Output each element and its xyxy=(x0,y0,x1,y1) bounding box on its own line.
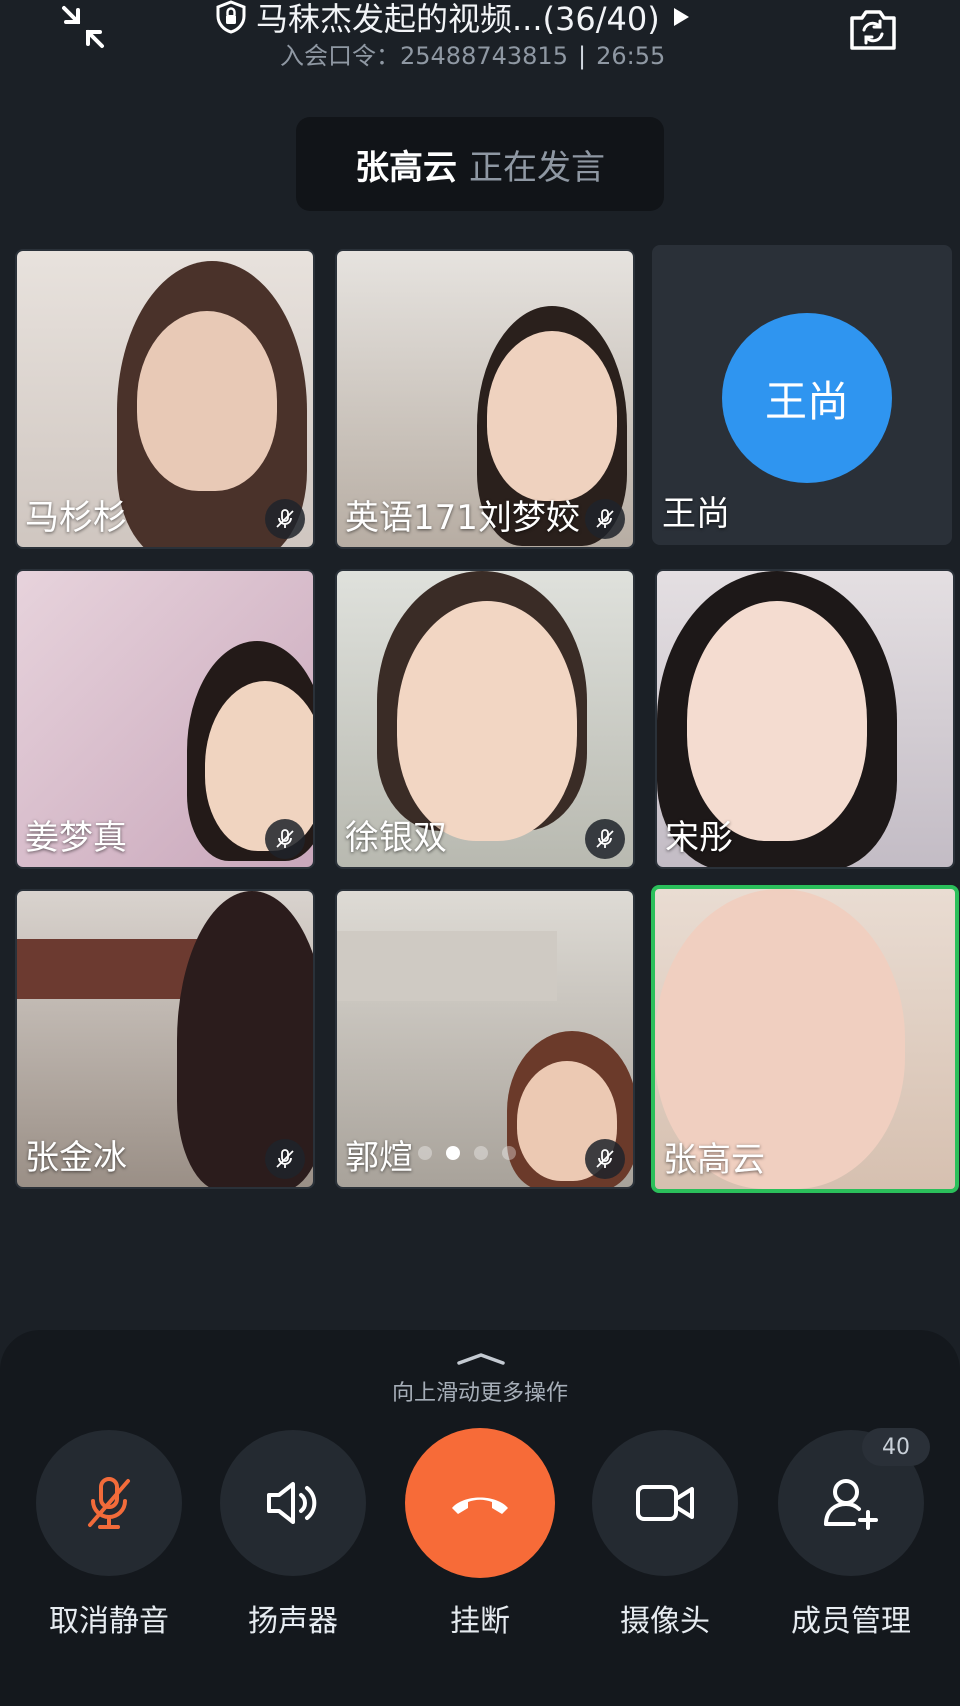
mic-off-icon xyxy=(88,1477,130,1529)
meeting-title-text: 马秣杰发起的视频...(36/40) xyxy=(256,0,660,38)
video-feed-face xyxy=(687,601,867,841)
page-dot[interactable] xyxy=(474,1146,488,1160)
member-count-badge: 40 xyxy=(862,1428,930,1466)
meeting-title[interactable]: 马秣杰发起的视频...(36/40) xyxy=(214,0,692,38)
drag-handle-icon[interactable] xyxy=(456,1352,506,1366)
meeting-info: 入会口令：25488743815 | 26:55 xyxy=(280,36,665,71)
hang-up-button[interactable] xyxy=(405,1428,555,1578)
add-member-icon xyxy=(824,1479,878,1530)
participant-tile[interactable]: 英语171刘梦姣 xyxy=(335,249,635,549)
hang-up-icon xyxy=(452,1497,508,1514)
camera-label: 摄像头 xyxy=(620,1604,710,1639)
page-dot-current[interactable] xyxy=(446,1146,460,1160)
mic-off-icon xyxy=(585,819,625,859)
expand-arrow-icon xyxy=(673,8,689,26)
video-feed xyxy=(337,931,557,1001)
participant-tile[interactable]: 姜梦真 xyxy=(15,569,315,869)
participant-name: 王尚 xyxy=(662,494,730,534)
collapse-window-icon[interactable] xyxy=(58,2,108,52)
mic-off-icon xyxy=(265,1139,305,1179)
page-dot[interactable] xyxy=(502,1146,516,1160)
speaker-button[interactable] xyxy=(220,1430,366,1576)
camera-button[interactable] xyxy=(592,1430,738,1576)
participant-name: 马杉杉 xyxy=(25,498,127,538)
speaker-icon xyxy=(267,1482,317,1524)
video-camera-icon xyxy=(636,1485,694,1521)
elapsed-time: 26:55 xyxy=(596,42,666,70)
mic-off-icon xyxy=(585,1139,625,1179)
participant-tile[interactable]: 张金冰 xyxy=(15,889,315,1189)
participant-name: 姜梦真 xyxy=(25,818,127,858)
participant-tile[interactable]: 宋彤 xyxy=(655,569,955,869)
shield-lock-icon xyxy=(216,0,246,34)
participant-name: 郭煊 xyxy=(345,1138,413,1178)
switch-camera-icon[interactable] xyxy=(846,4,900,54)
active-speaker-banner: 张高云 正在发言 xyxy=(296,117,664,211)
video-feed-face xyxy=(137,311,277,491)
page-dot[interactable] xyxy=(418,1146,432,1160)
mic-off-icon xyxy=(265,819,305,859)
participant-tile-active-speaker[interactable]: 张高云 xyxy=(651,885,959,1193)
participant-avatar: 王尚 xyxy=(722,313,892,483)
participant-name: 张高云 xyxy=(663,1140,765,1180)
mic-off-icon xyxy=(265,499,305,539)
participant-name: 英语171刘梦姣 xyxy=(345,498,580,538)
mic-off-icon xyxy=(585,499,625,539)
active-speaker-status: 正在发言 xyxy=(469,147,605,188)
unmute-button[interactable] xyxy=(36,1430,182,1576)
info-separator: | xyxy=(577,42,587,70)
participant-tile-no-video[interactable]: 王尚 王尚 xyxy=(652,245,952,545)
join-code: 入会口令：25488743815 xyxy=(280,42,568,70)
speaker-label: 扬声器 xyxy=(248,1604,338,1639)
page-indicator xyxy=(418,1146,516,1160)
participant-tile[interactable]: 郭煊 xyxy=(335,889,635,1189)
participant-name: 张金冰 xyxy=(25,1138,127,1178)
video-feed-face xyxy=(487,331,617,501)
video-feed-face xyxy=(397,601,577,841)
participant-tile[interactable]: 马杉杉 xyxy=(15,249,315,549)
participant-tile[interactable]: 徐银双 xyxy=(335,569,635,869)
participant-name: 宋彤 xyxy=(665,818,733,858)
hang-up-label: 挂断 xyxy=(450,1604,510,1639)
manage-members-label: 成员管理 xyxy=(791,1604,911,1639)
active-speaker-name: 张高云 xyxy=(355,147,457,188)
swipe-hint: 向上滑动更多操作 xyxy=(391,1381,568,1406)
unmute-label: 取消静音 xyxy=(49,1604,169,1639)
participant-name: 徐银双 xyxy=(345,818,447,858)
